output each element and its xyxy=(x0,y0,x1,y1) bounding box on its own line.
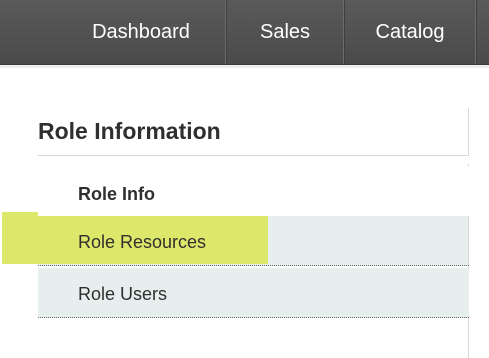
tab-role-info[interactable]: Role Info xyxy=(38,166,469,216)
nav-underline xyxy=(0,65,489,68)
nav-sales[interactable]: Sales xyxy=(227,0,343,64)
tab-role-users[interactable]: Role Users xyxy=(38,268,469,318)
nav-catalog[interactable]: Catalog xyxy=(345,0,475,64)
nav-divider xyxy=(475,0,477,64)
tab-role-resources[interactable]: Role Resources xyxy=(38,216,469,266)
role-tabs: Role Info Role Resources Role Users xyxy=(38,164,469,358)
page-title: Role Information xyxy=(38,118,221,144)
tab-label: Role Resources xyxy=(78,232,207,252)
tab-label: Role Info xyxy=(78,184,155,204)
top-navigation-bar: Dashboard Sales Catalog xyxy=(0,0,489,65)
nav-dashboard[interactable]: Dashboard xyxy=(57,0,225,64)
tab-label: Role Users xyxy=(78,284,168,304)
panel-header: Role Information xyxy=(38,108,469,156)
